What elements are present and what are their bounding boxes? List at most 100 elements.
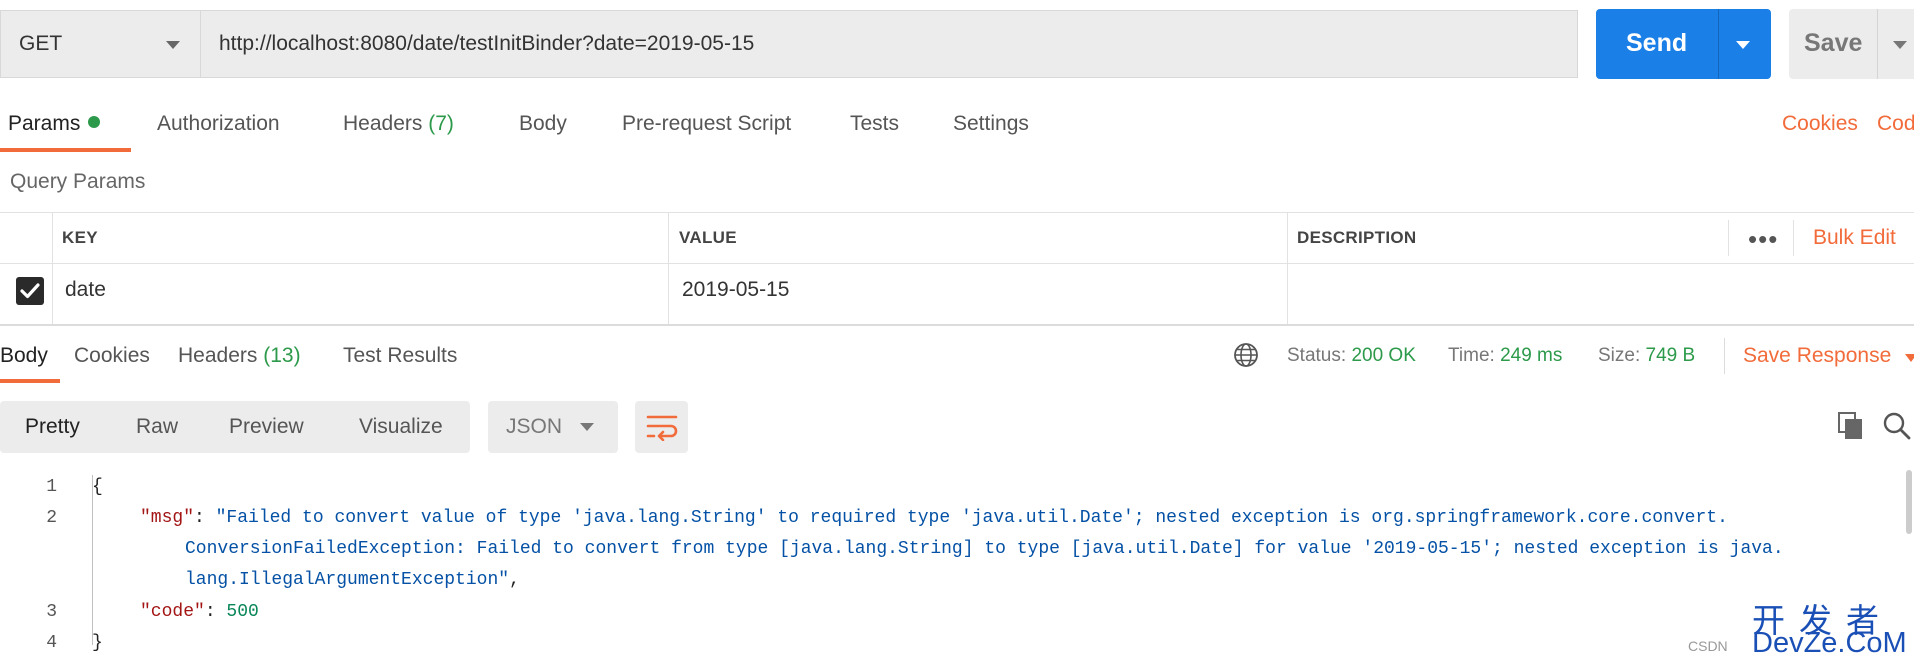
method-label: GET bbox=[19, 32, 63, 55]
tab-authorization[interactable]: Authorization bbox=[157, 112, 280, 136]
params-active-dot-icon bbox=[88, 116, 101, 128]
more-options-icon[interactable]: ••• bbox=[1748, 224, 1778, 255]
column-header-value: VALUE bbox=[679, 228, 737, 247]
cookies-link[interactable]: Cookies bbox=[1782, 112, 1858, 136]
json-code-value: 500 bbox=[226, 602, 259, 622]
tab-response-headers[interactable]: Headers (13) bbox=[178, 344, 301, 368]
format-select[interactable]: JSON bbox=[488, 401, 618, 453]
table-col-divider bbox=[1728, 220, 1729, 256]
save-button[interactable]: Save bbox=[1789, 9, 1914, 79]
watermark-en: DevZe.CoM bbox=[1752, 627, 1907, 659]
size-value: 749 B bbox=[1645, 345, 1696, 366]
line-number: 4 bbox=[46, 633, 57, 653]
copy-icon[interactable] bbox=[1838, 412, 1864, 445]
status-label: Status: bbox=[1287, 345, 1347, 366]
column-header-key: KEY bbox=[62, 228, 98, 247]
tab-tests-label: Tests bbox=[850, 112, 900, 135]
tab-response-headers-count: (13) bbox=[263, 344, 301, 367]
status-divider bbox=[1724, 338, 1725, 374]
table-header-border bbox=[0, 263, 1914, 264]
vertical-scrollbar[interactable] bbox=[1906, 470, 1912, 534]
save-response-chevron-icon[interactable] bbox=[1905, 354, 1914, 362]
search-icon[interactable] bbox=[1883, 412, 1911, 445]
json-close-brace: } bbox=[92, 633, 103, 653]
chevron-down-icon bbox=[166, 41, 180, 49]
tab-headers-label: Headers bbox=[343, 112, 423, 135]
json-colon: : bbox=[204, 602, 227, 622]
json-code-key: "code" bbox=[140, 602, 205, 622]
globe-icon[interactable] bbox=[1233, 342, 1259, 373]
tab-prerequest-label: Pre-request Script bbox=[622, 112, 792, 135]
json-msg-line: "msg": "Failed to convert value of type … bbox=[140, 508, 1728, 528]
tab-response-cookies[interactable]: Cookies bbox=[74, 344, 150, 368]
time-label: Time: bbox=[1448, 345, 1495, 366]
tab-prerequest-script[interactable]: Pre-request Script bbox=[622, 112, 791, 136]
json-msg-value-line1: "Failed to convert value of type 'java.l… bbox=[215, 508, 1728, 528]
csdn-watermark: CSDN bbox=[1688, 638, 1728, 654]
json-code-line: "code": 500 bbox=[140, 602, 259, 622]
json-msg-value-line3: lang.IllegalArgumentException" bbox=[185, 570, 510, 590]
line-number: 3 bbox=[46, 602, 57, 622]
tab-body-label: Body bbox=[519, 112, 567, 135]
time-value: 249 ms bbox=[1500, 345, 1563, 366]
url-input[interactable]: http://localhost:8080/date/testInitBinde… bbox=[200, 10, 1578, 78]
tab-settings[interactable]: Settings bbox=[953, 112, 1029, 136]
column-header-description: DESCRIPTION bbox=[1297, 228, 1417, 247]
tab-response-body[interactable]: Body bbox=[0, 344, 48, 368]
view-raw-button[interactable]: Raw bbox=[136, 415, 178, 439]
tab-authorization-label: Authorization bbox=[157, 112, 280, 135]
line-number: 2 bbox=[46, 508, 57, 528]
json-msg-key: "msg" bbox=[140, 508, 195, 528]
json-open-brace: { bbox=[92, 477, 103, 497]
tab-response-headers-label: Headers bbox=[178, 344, 258, 367]
save-response-button[interactable]: Save Response bbox=[1743, 344, 1891, 368]
status-value: 200 OK bbox=[1351, 345, 1416, 366]
send-options-chevron-icon[interactable] bbox=[1736, 41, 1750, 49]
chevron-down-icon bbox=[580, 423, 594, 431]
json-msg-line3: lang.IllegalArgumentException", bbox=[185, 570, 520, 590]
send-button[interactable]: Send bbox=[1596, 9, 1771, 79]
line-number: 1 bbox=[46, 477, 57, 497]
json-colon: : bbox=[194, 508, 216, 528]
wrap-lines-icon bbox=[646, 415, 678, 441]
query-params-title: Query Params bbox=[10, 170, 146, 193]
table-col-divider bbox=[1793, 220, 1794, 256]
request-response-divider[interactable] bbox=[0, 324, 1914, 326]
tab-params-label: Params bbox=[8, 112, 81, 135]
format-label: JSON bbox=[506, 415, 563, 438]
tab-headers[interactable]: Headers (7) bbox=[343, 112, 454, 136]
checkmark-icon bbox=[20, 283, 40, 299]
param-enabled-checkbox[interactable] bbox=[16, 277, 44, 305]
code-link[interactable]: Cod bbox=[1877, 112, 1914, 136]
send-divider bbox=[1718, 9, 1719, 79]
table-col-divider bbox=[1287, 212, 1288, 324]
json-msg-value-line2: ConversionFailedException: Failed to con… bbox=[185, 539, 1784, 559]
tab-body[interactable]: Body bbox=[519, 112, 567, 136]
view-pretty-button[interactable]: Pretty bbox=[25, 415, 80, 439]
table-top-border bbox=[0, 212, 1914, 213]
tab-headers-count: (7) bbox=[428, 112, 454, 135]
response-time: Time: 249 ms bbox=[1448, 345, 1562, 367]
response-active-tab-indicator bbox=[0, 379, 60, 383]
table-col-divider bbox=[668, 212, 669, 324]
save-divider bbox=[1877, 9, 1878, 79]
fold-guide bbox=[92, 475, 93, 645]
response-size: Size: 749 B bbox=[1598, 345, 1695, 367]
send-label: Send bbox=[1626, 29, 1688, 57]
param-value-cell[interactable]: 2019-05-15 bbox=[682, 278, 789, 302]
view-visualize-button[interactable]: Visualize bbox=[359, 415, 443, 439]
tab-test-results[interactable]: Test Results bbox=[343, 344, 457, 368]
tab-tests[interactable]: Tests bbox=[850, 112, 899, 136]
param-key-cell[interactable]: date bbox=[65, 278, 106, 302]
bulk-edit-link[interactable]: Bulk Edit bbox=[1813, 226, 1896, 250]
active-tab-indicator bbox=[0, 148, 131, 152]
method-select[interactable]: GET bbox=[0, 10, 200, 78]
tab-params[interactable]: Params bbox=[8, 112, 101, 136]
save-options-chevron-icon[interactable] bbox=[1893, 41, 1907, 49]
wrap-lines-button[interactable] bbox=[635, 401, 688, 453]
response-status: Status: 200 OK bbox=[1287, 345, 1416, 367]
table-col-divider bbox=[52, 212, 53, 324]
size-label: Size: bbox=[1598, 345, 1641, 366]
save-label: Save bbox=[1804, 29, 1863, 57]
view-preview-button[interactable]: Preview bbox=[229, 415, 304, 439]
